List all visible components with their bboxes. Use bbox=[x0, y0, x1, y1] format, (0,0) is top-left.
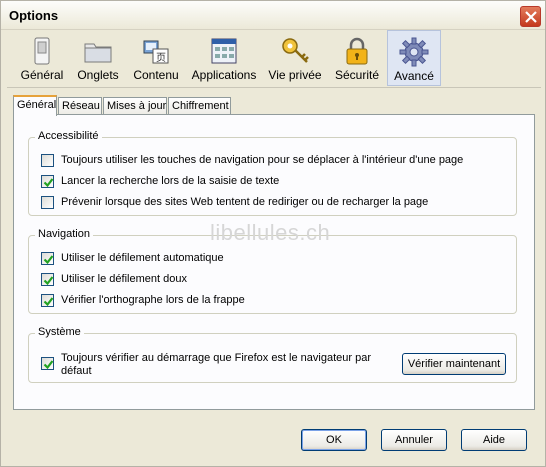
checkbox[interactable] bbox=[41, 294, 54, 307]
checkmark-icon bbox=[43, 360, 54, 370]
svg-text:页: 页 bbox=[156, 52, 166, 64]
folder-tabs-icon bbox=[84, 43, 112, 63]
option-caret-browsing[interactable]: Toujours utiliser les touches de navigat… bbox=[41, 154, 511, 170]
tab-panel-general: Accessibilité Toujours utiliser les touc… bbox=[13, 114, 535, 410]
checkbox[interactable] bbox=[41, 175, 54, 188]
navigation-group-title: Navigation bbox=[35, 228, 93, 240]
applications-icon bbox=[211, 38, 237, 64]
pane-tabs[interactable]: Onglets bbox=[71, 30, 125, 86]
system-group: Système Toujours vérifier au démarrage q… bbox=[28, 326, 517, 383]
option-label: Vérifier l'orthographe lors de la frappe bbox=[61, 294, 245, 306]
option-label-line2: défaut bbox=[61, 365, 92, 377]
ok-button[interactable]: OK bbox=[301, 429, 367, 451]
option-label-line1: Toujours vérifier au démarrage que Firef… bbox=[61, 352, 371, 364]
checkbox[interactable] bbox=[41, 252, 54, 265]
option-label: Utiliser le défilement doux bbox=[61, 273, 187, 285]
window-title: Options bbox=[9, 8, 59, 23]
content-icon: 页 bbox=[143, 40, 169, 64]
cancel-button[interactable]: Annuler bbox=[381, 429, 447, 451]
options-window: Options Général Onglets 页 Contenu Applic… bbox=[0, 0, 546, 467]
checkmark-icon bbox=[43, 276, 54, 286]
pane-applications[interactable]: Applications bbox=[189, 30, 259, 86]
navigation-group: Navigation Utiliser le défilement automa… bbox=[28, 228, 517, 314]
close-icon bbox=[525, 11, 537, 23]
pane-general[interactable]: Général bbox=[15, 30, 69, 86]
preferences-toolbar: Général Onglets 页 Contenu Applications V… bbox=[15, 30, 535, 86]
tab-network[interactable]: Réseau bbox=[58, 97, 102, 115]
system-group-title: Système bbox=[35, 326, 84, 338]
option-autoscroll[interactable]: Utiliser le défilement automatique bbox=[41, 252, 341, 268]
option-default-browser-check[interactable]: Toujours vérifier au démarrage que Firef… bbox=[41, 352, 381, 380]
pane-content[interactable]: 页 Contenu bbox=[127, 30, 185, 86]
checkmark-icon bbox=[43, 178, 54, 188]
help-button[interactable]: Aide bbox=[461, 429, 527, 451]
checkmark-icon bbox=[43, 297, 54, 307]
accessibility-group-title: Accessibilité bbox=[35, 130, 102, 142]
checkmark-icon bbox=[43, 255, 54, 265]
checkbox[interactable] bbox=[41, 357, 54, 370]
general-icon bbox=[34, 37, 50, 65]
option-find-as-you-type[interactable]: Lancer la recherche lors de la saisie de… bbox=[41, 175, 511, 191]
checkbox[interactable] bbox=[41, 273, 54, 286]
pane-security[interactable]: Sécurité bbox=[329, 30, 385, 86]
check-now-button[interactable]: Vérifier maintenant bbox=[402, 353, 506, 375]
title-bar[interactable]: Options bbox=[1, 1, 545, 30]
tab-general[interactable]: Général bbox=[13, 95, 57, 116]
option-warn-redirect[interactable]: Prévenir lorsque des sites Web tentent d… bbox=[41, 196, 511, 212]
tab-updates[interactable]: Mises à jour bbox=[103, 97, 167, 115]
privacy-key-icon bbox=[282, 38, 309, 63]
option-label: Toujours utiliser les touches de navigat… bbox=[61, 154, 464, 166]
checkbox[interactable] bbox=[41, 196, 54, 209]
close-button[interactable] bbox=[520, 6, 541, 27]
padlock-icon bbox=[346, 37, 368, 65]
option-label: Utiliser le défilement automatique bbox=[61, 252, 224, 264]
pane-privacy[interactable]: Vie privée bbox=[263, 30, 327, 86]
option-label: Lancer la recherche lors de la saisie de… bbox=[61, 175, 280, 187]
watermark: libellules.ch bbox=[210, 220, 331, 245]
option-label: Prévenir lorsque des sites Web tentent d… bbox=[61, 196, 429, 208]
toolbar-divider bbox=[7, 87, 541, 88]
accessibility-group: Accessibilité Toujours utiliser les touc… bbox=[28, 130, 517, 216]
option-spellcheck[interactable]: Vérifier l'orthographe lors de la frappe bbox=[41, 294, 341, 310]
option-smooth-scroll[interactable]: Utiliser le défilement doux bbox=[41, 273, 341, 289]
pane-advanced[interactable]: Avancé bbox=[387, 30, 441, 86]
gear-icon bbox=[399, 37, 429, 67]
checkbox[interactable] bbox=[41, 154, 54, 167]
tab-encryption[interactable]: Chiffrement bbox=[168, 97, 231, 115]
